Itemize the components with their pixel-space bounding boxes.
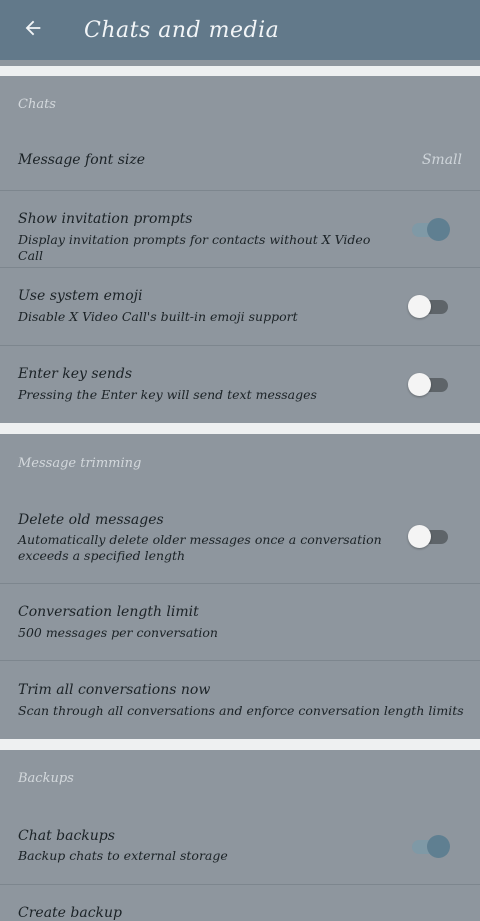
setting-conversation-length-limit[interactable]: Conversation length limit 500 messages p… (0, 584, 480, 660)
app-bar: Chats and media (0, 0, 480, 60)
setting-create-backup[interactable]: Create backup (0, 885, 480, 921)
section-header-chats: Chats (18, 97, 56, 112)
setting-message-font-size[interactable]: Message font size Small (0, 136, 480, 190)
arrow-left-icon (22, 17, 44, 43)
setting-title: Chat backups (18, 828, 115, 844)
setting-subtitle: Pressing the Enter key will send text me… (18, 387, 317, 402)
setting-use-system-emoji[interactable]: Use system emoji Disable X Video Call's … (0, 268, 480, 345)
setting-title: Enter key sends (18, 366, 133, 382)
setting-subtitle: 500 messages per conversation (18, 625, 218, 640)
setting-subtitle: Scan through all conversations and enfor… (18, 703, 464, 718)
setting-title: Use system emoji (18, 288, 143, 304)
section-separator (0, 739, 480, 750)
setting-subtitle: Automatically delete older messages once… (18, 532, 382, 563)
section-separator (0, 66, 480, 76)
section-header-message-trimming: Message trimming (18, 456, 142, 471)
enter-key-toggle[interactable] (408, 372, 450, 396)
setting-subtitle: Backup chats to external storage (18, 848, 228, 863)
setting-show-invitation-prompts[interactable]: Show invitation prompts Display invitati… (0, 191, 480, 267)
setting-title: Create backup (18, 905, 123, 921)
setting-subtitle: Display invitation prompts for contacts … (18, 232, 371, 263)
setting-enter-key-sends[interactable]: Enter key sends Pressing the Enter key w… (0, 346, 480, 423)
setting-subtitle: Disable X Video Call's built-in emoji su… (18, 309, 298, 324)
setting-trim-all-conversations[interactable]: Trim all conversations now Scan through … (0, 661, 480, 739)
delete-old-toggle[interactable] (408, 524, 450, 548)
setting-title: Show invitation prompts (18, 211, 193, 227)
page-title: Chats and media (84, 17, 280, 43)
setting-title: Message font size (18, 152, 146, 168)
chat-backups-toggle[interactable] (408, 834, 450, 858)
setting-value: Small (421, 152, 462, 168)
section-header-backups: Backups (18, 771, 74, 786)
setting-title: Delete old messages (18, 512, 164, 528)
setting-title: Trim all conversations now (18, 682, 211, 698)
setting-title: Conversation length limit (18, 604, 199, 620)
setting-delete-old-messages[interactable]: Delete old messages Automatically delete… (0, 494, 480, 583)
invitation-toggle[interactable] (408, 217, 450, 241)
emoji-toggle[interactable] (408, 294, 450, 318)
back-button[interactable] (0, 0, 66, 60)
section-separator (0, 423, 480, 434)
setting-chat-backups[interactable]: Chat backups Backup chats to external st… (0, 808, 480, 884)
